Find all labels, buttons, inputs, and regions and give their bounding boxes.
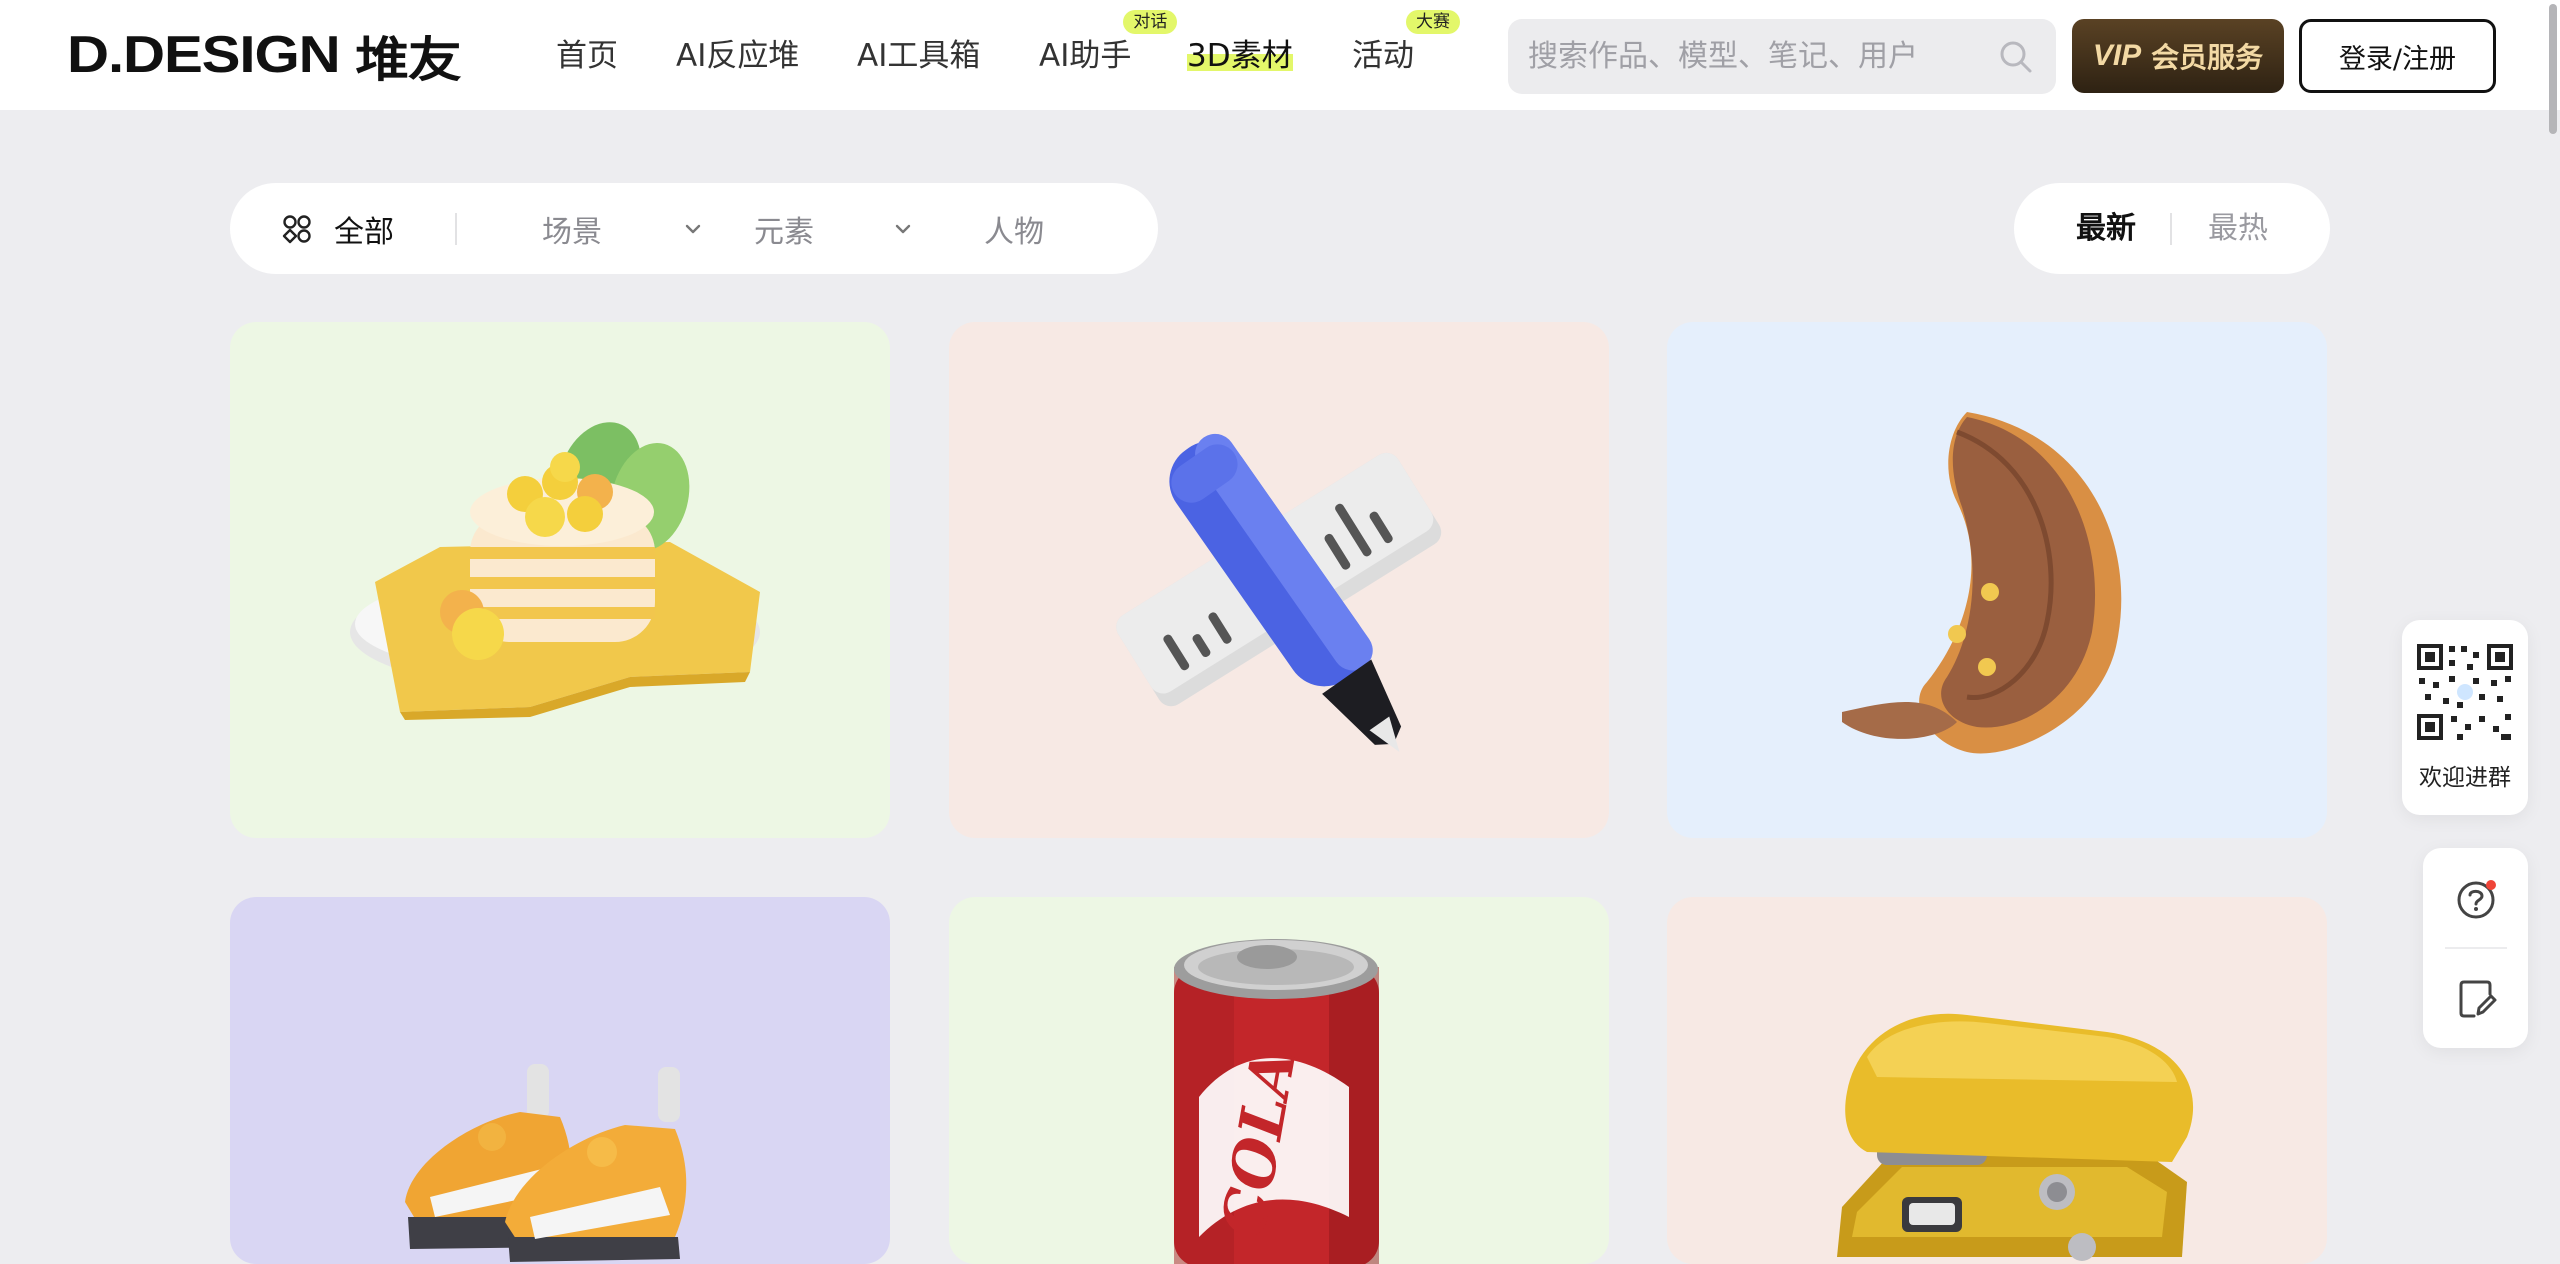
scrollbar-thumb[interactable] — [2549, 4, 2557, 134]
vip-mark: VIP — [2092, 39, 2142, 72]
search-bar — [1508, 19, 2056, 94]
stapler-illustration — [1837, 1013, 2194, 1261]
pen-ruler-illustration — [1116, 433, 1442, 753]
pancake-illustration — [350, 422, 760, 720]
sort-divider — [2170, 213, 2172, 245]
nav-3d-assets[interactable]: 3D素材 — [1187, 34, 1293, 78]
vip-label: 会员服务 — [2151, 41, 2264, 74]
sort-newest[interactable]: 最新 — [2076, 183, 2136, 274]
logo-text: D.DESIGN — [67, 26, 341, 84]
edit-note-icon — [2459, 980, 2496, 1018]
search-input[interactable] — [1528, 39, 1996, 74]
floating-tools-panel — [2423, 848, 2528, 1048]
filter-divider — [455, 213, 457, 245]
top-header: D.DESIGN 堆友 首页 AI反应堆 AI工具箱 AI助手 对话 3D素材 … — [0, 0, 2560, 110]
asset-card-cola-can[interactable]: COLA — [949, 897, 1609, 1264]
logo-cn-text: 堆友 — [355, 32, 461, 88]
sneakers-illustration — [405, 1064, 687, 1262]
sort-toggle: 最新 最热 — [2014, 183, 2330, 274]
nav-home[interactable]: 首页 — [556, 34, 618, 78]
login-register-button[interactable]: 登录/注册 — [2299, 19, 2496, 93]
search-icon[interactable] — [1996, 37, 2036, 77]
help-button[interactable] — [2423, 848, 2528, 948]
asset-card-sneakers[interactable] — [230, 897, 890, 1264]
nav-events[interactable]: 活动 大赛 — [1352, 10, 1460, 78]
feedback-button[interactable] — [2423, 948, 2528, 1048]
nav-badge-chat: 对话 — [1123, 10, 1178, 34]
asset-card-croissant[interactable] — [1667, 322, 2327, 838]
asset-card-pen-ruler[interactable] — [949, 322, 1609, 838]
page-scrollbar[interactable] — [2546, 0, 2560, 1264]
chevron-down-icon[interactable] — [893, 219, 913, 243]
nav-ai-toolbox[interactable]: AI工具箱 — [857, 34, 980, 78]
category-grid-icon — [282, 214, 312, 244]
chevron-down-icon[interactable] — [683, 219, 703, 243]
filter-scene[interactable]: 场景 — [542, 183, 602, 274]
nav-ai-assistant[interactable]: AI助手 对话 — [1039, 10, 1178, 78]
qr-join-group-label: 欢迎进群 — [2419, 765, 2511, 791]
qr-code-panel[interactable]: 欢迎进群 — [2402, 620, 2528, 815]
site-logo[interactable]: D.DESIGN 堆友 — [67, 24, 462, 88]
qr-code-icon — [2413, 640, 2517, 744]
vip-membership-button[interactable]: VIP 会员服务 — [2072, 19, 2284, 93]
croissant-illustration — [1842, 412, 2122, 754]
category-filter-bar: 全部 场景 元素 人物 — [230, 183, 1158, 274]
filter-element[interactable]: 元素 — [754, 183, 814, 274]
asset-card-pancake[interactable] — [230, 322, 890, 838]
sort-hottest[interactable]: 最热 — [2208, 183, 2268, 274]
filter-all-label: 全部 — [334, 214, 394, 250]
filter-character[interactable]: 人物 — [984, 183, 1044, 274]
help-question-icon — [2457, 880, 2496, 919]
nav-badge-contest: 大赛 — [1406, 10, 1460, 34]
asset-card-stapler[interactable] — [1667, 897, 2327, 1264]
filter-all[interactable]: 全部 — [282, 183, 394, 274]
nav-ai-reactor[interactable]: AI反应堆 — [676, 34, 799, 78]
cola-can-illustration: COLA — [1174, 939, 1379, 1264]
